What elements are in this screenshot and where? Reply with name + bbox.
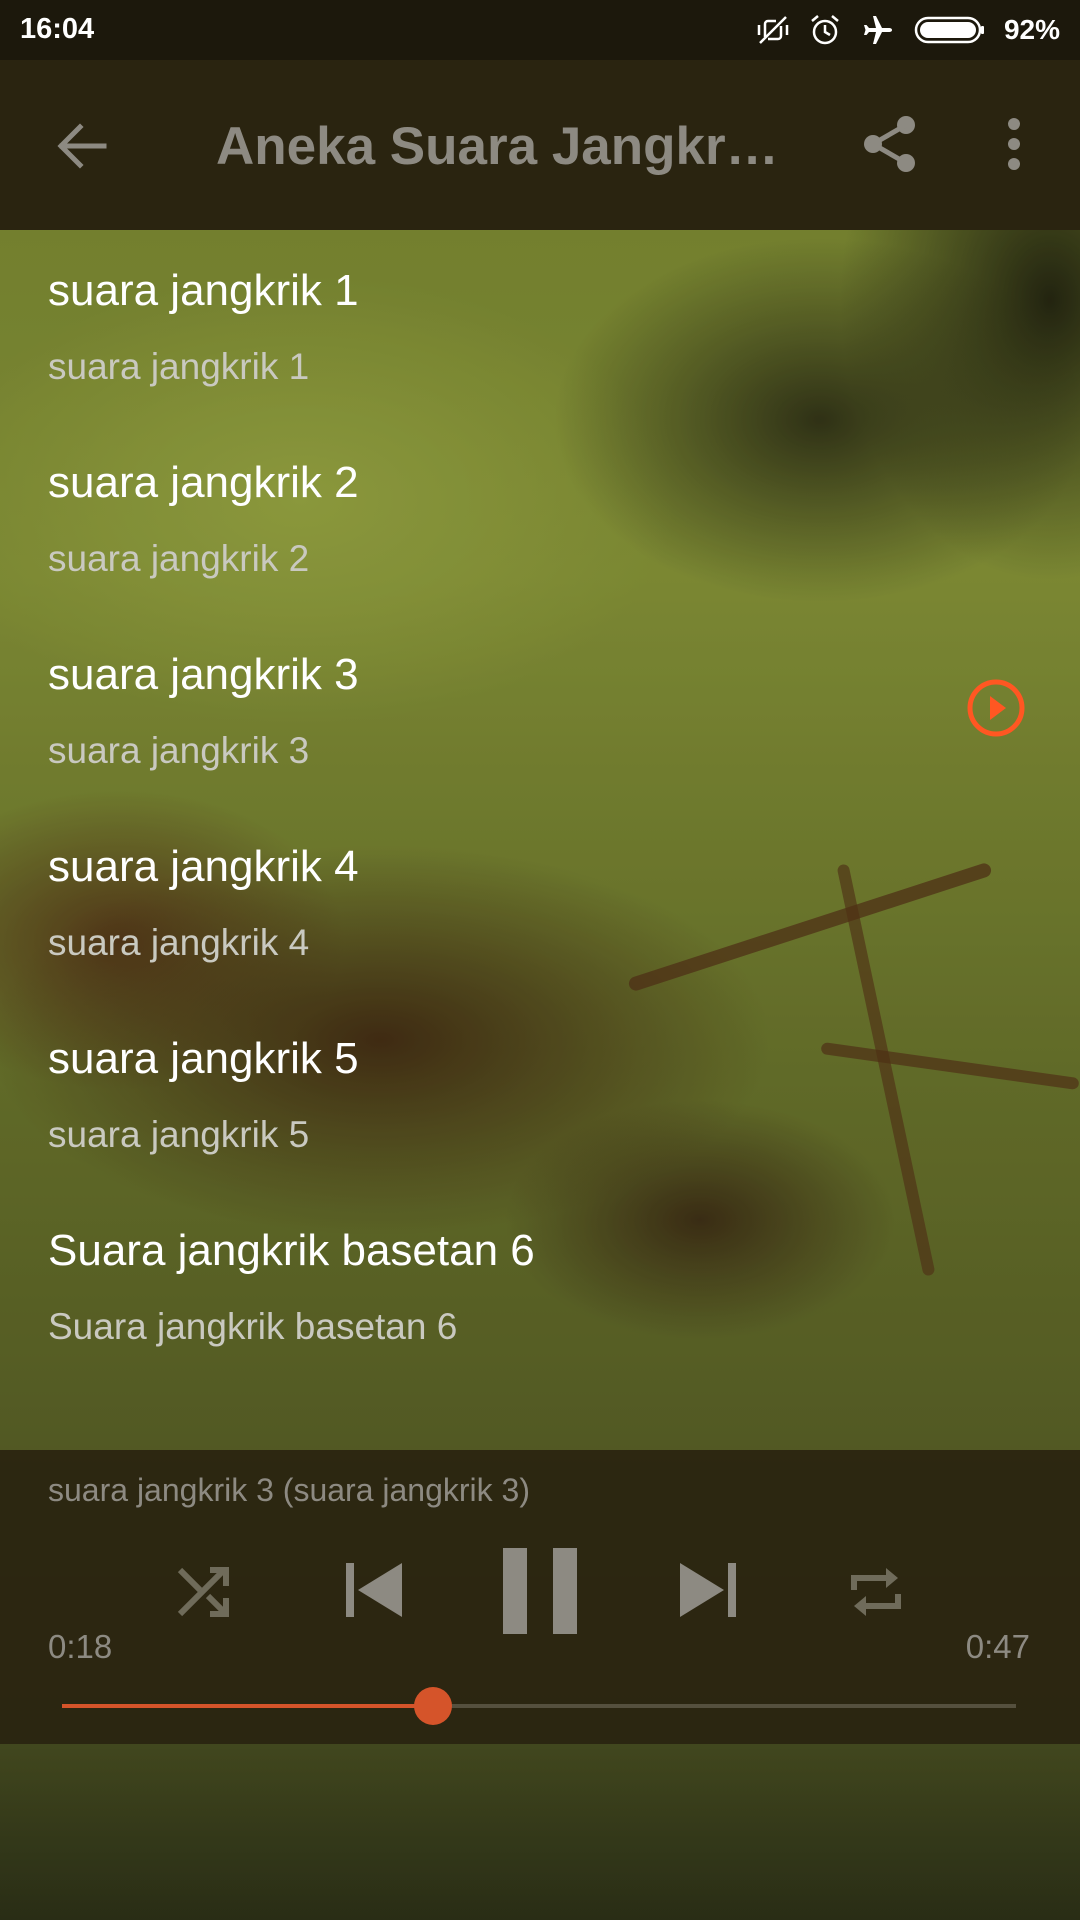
share-icon	[864, 116, 915, 172]
vibrate-off-icon	[756, 13, 790, 47]
next-button[interactable]	[668, 1550, 748, 1630]
track-title: suara jangkrik 4	[48, 842, 359, 891]
track-subtitle: suara jangkrik 5	[48, 1114, 310, 1155]
now-playing-label: suara jangkrik 3 (suara jangkrik 3)	[48, 1472, 530, 1508]
track-title: suara jangkrik 1	[48, 266, 359, 315]
now-playing-play-icon[interactable]	[966, 678, 1026, 738]
track-subtitle: suara jangkrik 2	[48, 538, 310, 579]
app-bar: Aneka Suara Jangkr…	[0, 60, 1080, 230]
shuffle-button[interactable]	[168, 1556, 240, 1628]
track-item-5[interactable]: suara jangkrik 5 suara jangkrik 5	[0, 998, 1080, 1190]
status-time: 16:04	[20, 13, 95, 45]
pause-icon	[503, 1548, 577, 1634]
total-time: 0:47	[965, 1628, 1030, 1665]
track-title: suara jangkrik 2	[48, 458, 359, 507]
track-item-4[interactable]: suara jangkrik 4 suara jangkrik 4	[0, 806, 1080, 998]
track-item-6[interactable]: Suara jangkrik basetan 6 Suara jangkrik …	[0, 1190, 1080, 1382]
status-icons: 92%	[756, 10, 1060, 50]
seek-bar-thumb[interactable]	[414, 1687, 453, 1725]
current-time: 0:18	[48, 1628, 113, 1665]
previous-button[interactable]	[334, 1550, 414, 1630]
track-title: suara jangkrik 3	[48, 650, 359, 699]
battery-percent: 92%	[1003, 14, 1060, 45]
track-item-3[interactable]: suara jangkrik 3 suara jangkrik 3	[0, 614, 1080, 806]
track-subtitle: suara jangkrik 1	[48, 346, 310, 387]
background-overlay	[0, 1744, 1080, 1920]
pause-button[interactable]	[496, 1544, 584, 1638]
player-panel: suara jangkrik 3 (suara jangkrik 3) 0:18…	[0, 1450, 1080, 1744]
track-subtitle: suara jangkrik 4	[48, 922, 310, 963]
airplane-icon	[860, 13, 896, 47]
skip-next-icon	[680, 1563, 736, 1617]
more-vert-icon	[1008, 118, 1020, 170]
shuffle-icon	[177, 1567, 229, 1617]
app-title: Aneka Suara Jangkr…	[216, 117, 779, 176]
app-screen: 16:04 92% Aneka Suara Jangkr… suara jang…	[0, 0, 1080, 1920]
skip-previous-icon	[346, 1563, 402, 1617]
track-list: suara jangkrik 1 suara jangkrik 1 suara …	[0, 230, 1080, 1382]
repeat-icon	[851, 1568, 901, 1616]
track-title: suara jangkrik 5	[48, 1034, 359, 1083]
seek-bar[interactable]	[62, 1687, 1016, 1725]
track-subtitle: Suara jangkrik basetan 6	[48, 1306, 458, 1347]
back-button[interactable]	[52, 116, 112, 176]
track-subtitle: suara jangkrik 3	[48, 730, 310, 771]
repeat-button[interactable]	[838, 1556, 914, 1628]
battery-icon	[914, 15, 986, 45]
alarm-icon	[808, 13, 842, 47]
seek-bar-progress	[62, 1704, 434, 1708]
more-options-button[interactable]	[990, 112, 1038, 176]
track-item-1[interactable]: suara jangkrik 1 suara jangkrik 1	[0, 230, 1080, 422]
back-arrow-icon	[57, 123, 107, 169]
track-item-2[interactable]: suara jangkrik 2 suara jangkrik 2	[0, 422, 1080, 614]
track-title: Suara jangkrik basetan 6	[48, 1226, 535, 1275]
status-bar: 16:04 92%	[0, 0, 1080, 60]
share-button[interactable]	[858, 112, 922, 176]
